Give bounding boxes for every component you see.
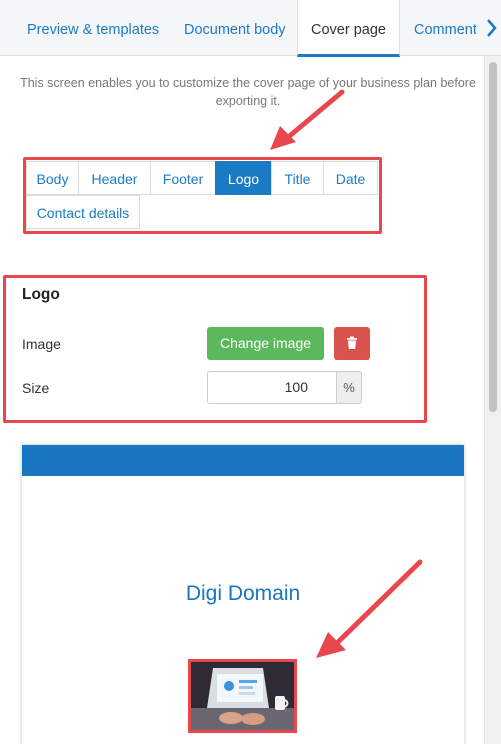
scrollbar-thumb[interactable] <box>489 62 497 412</box>
tab-document-body[interactable]: Document body <box>184 0 286 56</box>
vertical-scrollbar[interactable] <box>484 56 501 744</box>
laptop-photo-icon <box>191 662 294 730</box>
annotation-box-subtabs <box>23 157 382 234</box>
chevron-right-icon[interactable] <box>483 14 501 42</box>
intro-text: This screen enables you to customize the… <box>20 76 476 108</box>
tab-comments[interactable]: Comments <box>414 0 476 56</box>
preview-logo-image[interactable] <box>188 659 297 733</box>
annotation-arrow-subtabs <box>270 89 345 150</box>
tab-cover-page[interactable]: Cover page <box>297 0 400 57</box>
tab-preview-templates[interactable]: Preview & templates <box>27 0 159 56</box>
annotation-box-logo-settings <box>3 275 427 423</box>
annotation-arrow-logo <box>316 559 423 658</box>
preview-header-bar <box>22 445 464 476</box>
top-tab-bar: Preview & templates Document body Cover … <box>0 0 501 57</box>
